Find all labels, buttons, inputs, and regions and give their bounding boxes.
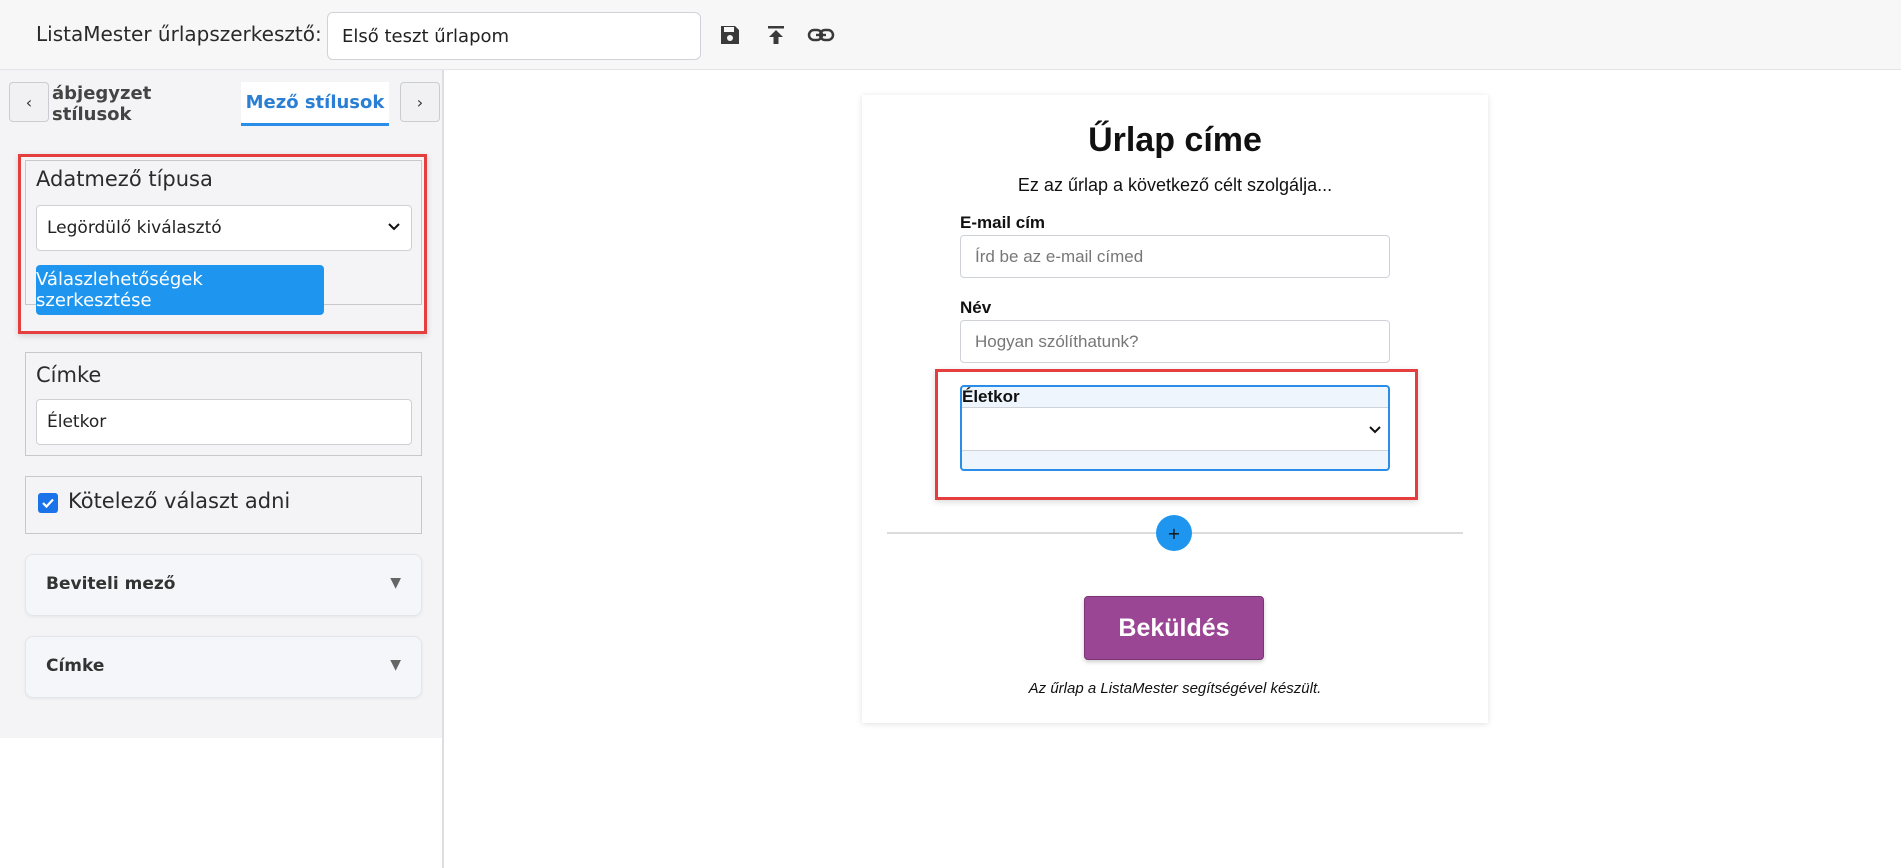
accordion-title: Címke	[46, 656, 105, 676]
sidebar: ‹ ábjegyzet stílusok Mező stílusok › Ada…	[0, 70, 444, 868]
footer-note: Az űrlap a ListaMester segítségével kész…	[1028, 680, 1322, 697]
save-icon[interactable]	[715, 20, 745, 50]
tab-next-button[interactable]: ›	[400, 82, 440, 122]
form-title[interactable]: Űrlap címe	[862, 121, 1488, 160]
top-bar: ListaMester űrlapszerkesztő: Első teszt …	[0, 0, 1901, 70]
email-field[interactable]: Írd be az e-mail címed	[960, 235, 1390, 278]
app-title: ListaMester űrlapszerkesztő:	[36, 22, 322, 46]
name-field[interactable]: Hogyan szólíthatunk?	[960, 320, 1390, 363]
tab-bar: ‹ ábjegyzet stílusok Mező stílusok ›	[0, 70, 442, 130]
label-card: Címke Életkor	[25, 352, 422, 456]
form-name-value: Első teszt űrlapom	[342, 25, 510, 47]
form-name-input[interactable]: Első teszt űrlapom	[327, 12, 701, 60]
name-label: Név	[960, 298, 992, 317]
form-subtitle[interactable]: Ez az űrlap a következő célt szolgálja..…	[862, 175, 1488, 196]
accordion-input-field[interactable]: Beviteli mező ▼	[25, 554, 422, 616]
tab-label: Mező stílusok	[245, 92, 385, 113]
add-field-button[interactable]: +	[1156, 515, 1192, 551]
label-input[interactable]: Életkor	[36, 399, 412, 445]
caret-down-icon: ▼	[390, 575, 401, 591]
label-input-value: Életkor	[47, 412, 107, 432]
required-checkbox[interactable]	[38, 493, 58, 513]
chevron-right-icon: ›	[416, 92, 424, 112]
upload-icon[interactable]	[761, 20, 791, 50]
highlight-field-type	[18, 154, 427, 334]
chevron-left-icon: ‹	[25, 92, 33, 112]
accordion-title: Beviteli mező	[46, 574, 176, 594]
highlight-age-field	[935, 369, 1418, 500]
tab-field-styles[interactable]: Mező stílusok	[241, 82, 389, 126]
tab-prev-button[interactable]: ‹	[9, 82, 49, 122]
form-preview: Űrlap címe Ez az űrlap a következő célt …	[862, 95, 1488, 723]
sidebar-empty-area	[0, 738, 442, 868]
label-card-title: Címke	[36, 363, 102, 387]
accordion-label[interactable]: Címke ▼	[25, 636, 422, 698]
caret-down-icon: ▼	[390, 657, 401, 673]
check-icon	[42, 498, 54, 509]
email-placeholder: Írd be az e-mail címed	[975, 246, 1144, 266]
tab-annotation-styles[interactable]: ábjegyzet stílusok	[52, 82, 232, 126]
email-label: E-mail cím	[960, 213, 1046, 232]
tab-label: ábjegyzet stílusok	[52, 83, 152, 125]
submit-button[interactable]: Beküldés	[1084, 596, 1264, 660]
link-icon[interactable]	[806, 20, 836, 50]
required-label: Kötelező választ adni	[68, 489, 291, 513]
required-card: Kötelező választ adni	[25, 476, 422, 534]
name-placeholder: Hogyan szólíthatunk?	[975, 331, 1139, 351]
